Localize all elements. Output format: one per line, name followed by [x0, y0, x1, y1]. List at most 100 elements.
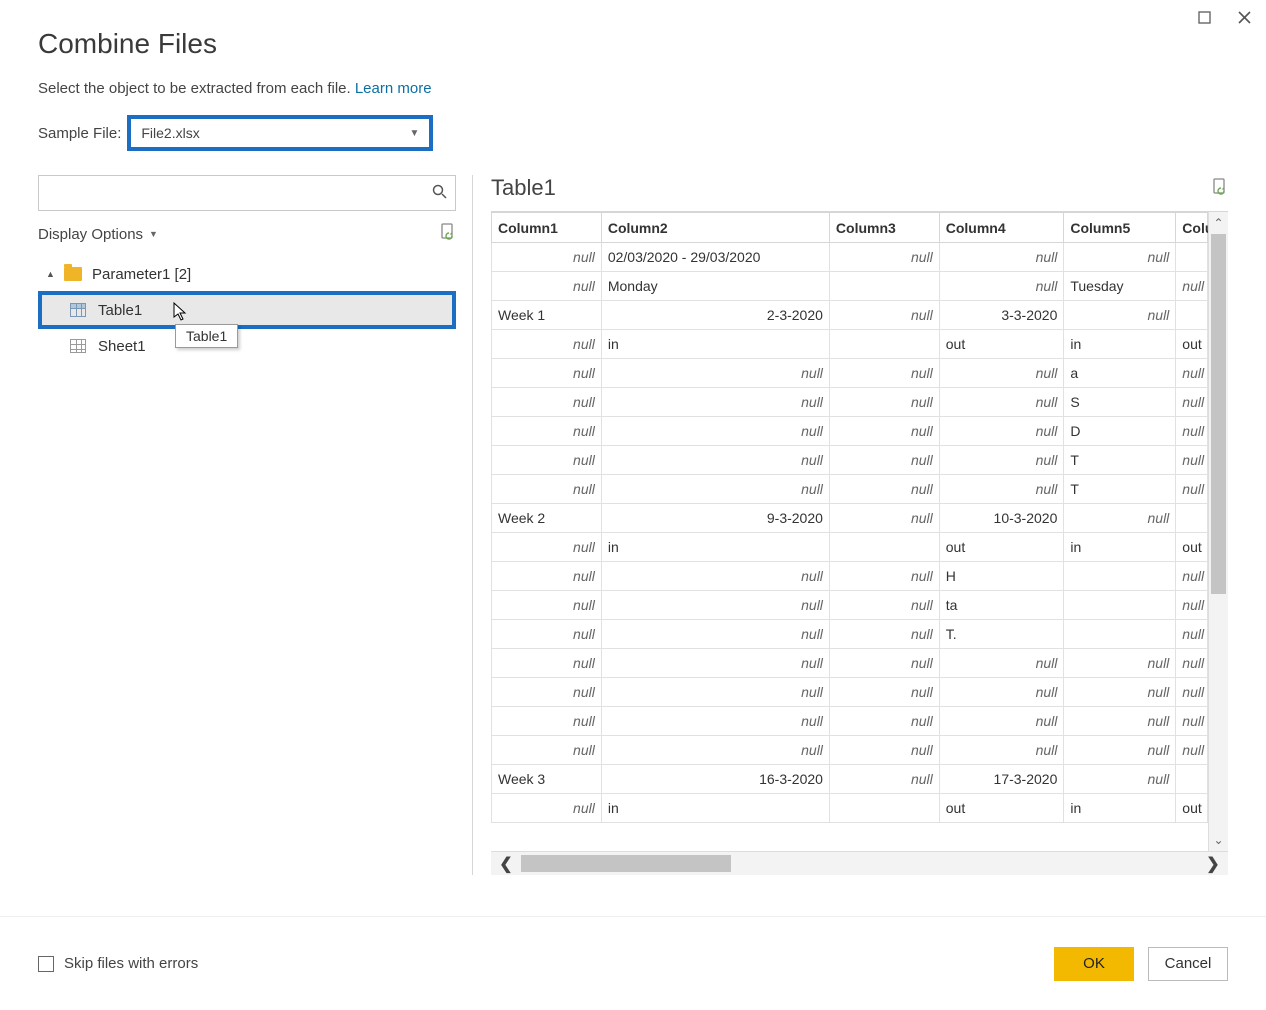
table-cell: null [601, 736, 829, 765]
table-cell: in [601, 533, 829, 562]
table-cell: null [492, 736, 602, 765]
table-cell: T [1064, 446, 1176, 475]
worksheet-icon [70, 339, 86, 353]
table-cell: null [1176, 591, 1208, 620]
table-cell: null [829, 504, 939, 533]
table-row: nullnullnullnullDnull [492, 417, 1208, 446]
table-cell: null [492, 591, 602, 620]
scroll-thumb[interactable] [521, 855, 731, 872]
scroll-thumb[interactable] [1211, 234, 1226, 594]
table-cell: null [939, 446, 1064, 475]
column-header[interactable]: Column4 [939, 213, 1064, 243]
table-row: nullnullnullnullSnull [492, 388, 1208, 417]
table-cell: null [601, 678, 829, 707]
chevron-down-icon: ▼ [409, 128, 419, 139]
tree-node-sheet1[interactable]: Sheet1 [38, 329, 456, 363]
table-cell: null [829, 301, 939, 330]
table-cell: in [1064, 533, 1176, 562]
table-cell: ta [939, 591, 1064, 620]
table-cell: null [1064, 649, 1176, 678]
refresh-icon[interactable] [440, 223, 456, 245]
table-cell: null [492, 417, 602, 446]
table-row: nullnullnullnullnullnull [492, 678, 1208, 707]
table-cell: a [1064, 359, 1176, 388]
refresh-preview-icon[interactable] [1212, 178, 1228, 199]
column-header[interactable]: Column1 [492, 213, 602, 243]
table-cell: null [492, 533, 602, 562]
table-cell: null [492, 330, 602, 359]
table-cell [1064, 562, 1176, 591]
table-cell: out [939, 330, 1064, 359]
table-row: nullnullnullnullnullnull [492, 649, 1208, 678]
cancel-button[interactable]: Cancel [1148, 947, 1228, 981]
table-cell: null [939, 678, 1064, 707]
tree-item-label: Table1 [98, 302, 142, 319]
table-cell: null [939, 388, 1064, 417]
table-row: nullinoutinout [492, 330, 1208, 359]
skip-errors-checkbox[interactable]: Skip files with errors [38, 955, 198, 972]
close-icon[interactable] [1230, 6, 1258, 28]
learn-more-link[interactable]: Learn more [355, 80, 432, 97]
table-cell [829, 330, 939, 359]
table-cell: null [601, 620, 829, 649]
table-cell: D [1064, 417, 1176, 446]
expander-icon[interactable]: ▲ [46, 269, 58, 279]
table-cell: Week 3 [492, 765, 602, 794]
table-cell: null [829, 736, 939, 765]
tree-node-root[interactable]: ▲ Parameter1 [2] [38, 257, 456, 291]
table-cell: null [939, 649, 1064, 678]
table-cell: null [601, 707, 829, 736]
display-options-dropdown[interactable]: Display Options ▼ [38, 226, 158, 243]
table-row: Week 316-3-2020null17-3-2020null [492, 765, 1208, 794]
column-header[interactable]: Column3 [829, 213, 939, 243]
search-input[interactable] [38, 175, 456, 211]
table-cell: null [1064, 736, 1176, 765]
table-cell: null [829, 620, 939, 649]
maximize-icon[interactable] [1190, 6, 1218, 28]
column-header[interactable]: Column2 [601, 213, 829, 243]
table-cell: null [492, 562, 602, 591]
scroll-right-icon[interactable]: ❯ [1198, 854, 1228, 874]
table-cell: null [829, 417, 939, 446]
table-cell: null [492, 649, 602, 678]
table-row: nullnullnullnullnullnull [492, 707, 1208, 736]
table-cell: null [1064, 707, 1176, 736]
table-cell: null [1176, 620, 1208, 649]
scroll-up-icon[interactable]: ⌃ [1209, 212, 1228, 234]
scroll-left-icon[interactable]: ❮ [491, 854, 521, 874]
column-header[interactable]: Colu [1176, 213, 1208, 243]
table-cell: null [492, 243, 602, 272]
table-cell: 16-3-2020 [601, 765, 829, 794]
scroll-down-icon[interactable]: ⌄ [1209, 829, 1228, 851]
table-cell: S [1064, 388, 1176, 417]
column-header[interactable]: Column5 [1064, 213, 1176, 243]
chevron-down-icon: ▼ [149, 229, 158, 239]
ok-button[interactable]: OK [1054, 947, 1134, 981]
vertical-scrollbar[interactable]: ⌃ ⌄ [1208, 212, 1228, 851]
table-cell: 9-3-2020 [601, 504, 829, 533]
table-cell: null [939, 707, 1064, 736]
tree-root-label: Parameter1 [2] [92, 266, 191, 283]
table-cell: null [1176, 562, 1208, 591]
table-cell [829, 533, 939, 562]
table-icon [70, 303, 86, 317]
table-cell: in [601, 330, 829, 359]
table-cell: null [939, 736, 1064, 765]
horizontal-scrollbar[interactable]: ❮ ❯ [491, 851, 1228, 875]
table-cell: null [601, 475, 829, 504]
table-cell: in [1064, 794, 1176, 823]
table-cell: null [492, 359, 602, 388]
sample-file-dropdown[interactable]: File2.xlsx ▼ [127, 115, 433, 151]
table-cell: null [1064, 678, 1176, 707]
table-cell: T. [939, 620, 1064, 649]
table-cell: null [829, 765, 939, 794]
table-cell: null [1176, 359, 1208, 388]
table-row: nullnullnulltanull [492, 591, 1208, 620]
table-cell: 02/03/2020 - 29/03/2020 [601, 243, 829, 272]
table-cell: null [939, 475, 1064, 504]
table-cell [829, 272, 939, 301]
table-cell: null [1064, 504, 1176, 533]
table-cell: null [1176, 649, 1208, 678]
tree-node-table1[interactable]: Table1 [38, 291, 456, 329]
table-cell: out [1176, 794, 1208, 823]
